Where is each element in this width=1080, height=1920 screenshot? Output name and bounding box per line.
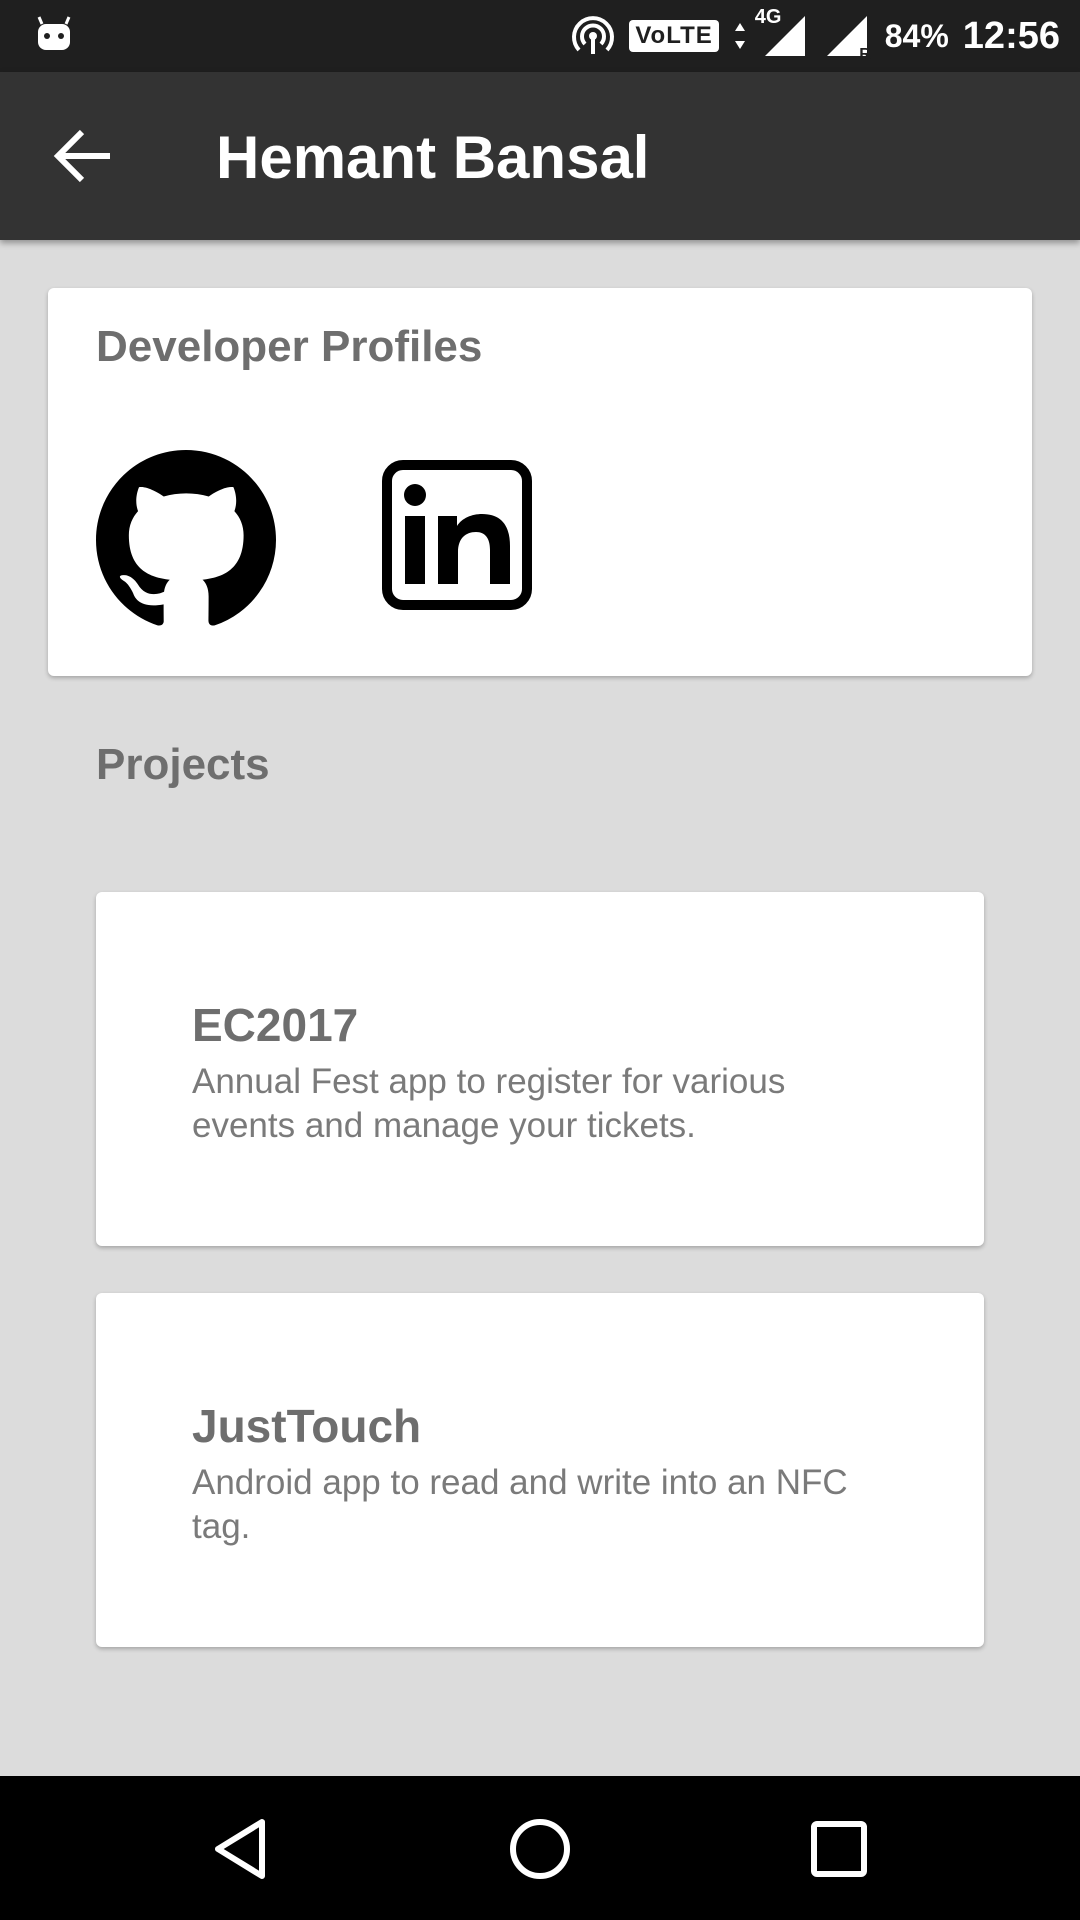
project-description: Annual Fest app to register for various … [192,1062,786,1145]
signal-4g: 4G [755,6,809,60]
data-arrows-icon [734,23,745,49]
project-card[interactable]: EC2017 Annual Fest app to register for v… [96,892,984,1246]
developer-profiles-heading: Developer Profiles [96,322,483,371]
nav-home-icon[interactable] [505,1814,575,1884]
status-icons: VoLTE 4G R 84% 12:56 [571,0,1060,72]
hotspot-icon [572,16,615,54]
page-title: Hemant Bansal [216,124,650,191]
github-icon[interactable] [96,450,276,630]
volte-icon: VoLTE [629,20,719,52]
project-card[interactable]: JustTouch Android app to read and write … [96,1293,984,1647]
signal-icon [764,16,805,56]
developer-profiles-card: Developer Profiles [48,288,1032,676]
linkedin-icon[interactable] [382,460,532,610]
signal-roaming: R [823,12,871,63]
projects-heading: Projects [96,740,270,789]
arrow-back-icon[interactable] [50,126,116,186]
project-name: JustTouch [192,1400,422,1452]
clock: 12:56 [962,14,1060,57]
status-bar: VoLTE 4G R 84% 12:56 [0,0,1080,72]
roaming-label: R [859,46,871,63]
project-name: EC2017 [192,999,359,1051]
navigation-bar [0,1776,1080,1920]
android-notification-icon [37,16,71,50]
app-bar: Hemant Bansal [0,72,1080,240]
battery-percent: 84% [884,17,949,54]
nav-recents-icon[interactable] [804,1814,874,1884]
nav-back-icon[interactable] [206,1814,276,1884]
project-description: Android app to read and write into an NF… [192,1463,848,1546]
